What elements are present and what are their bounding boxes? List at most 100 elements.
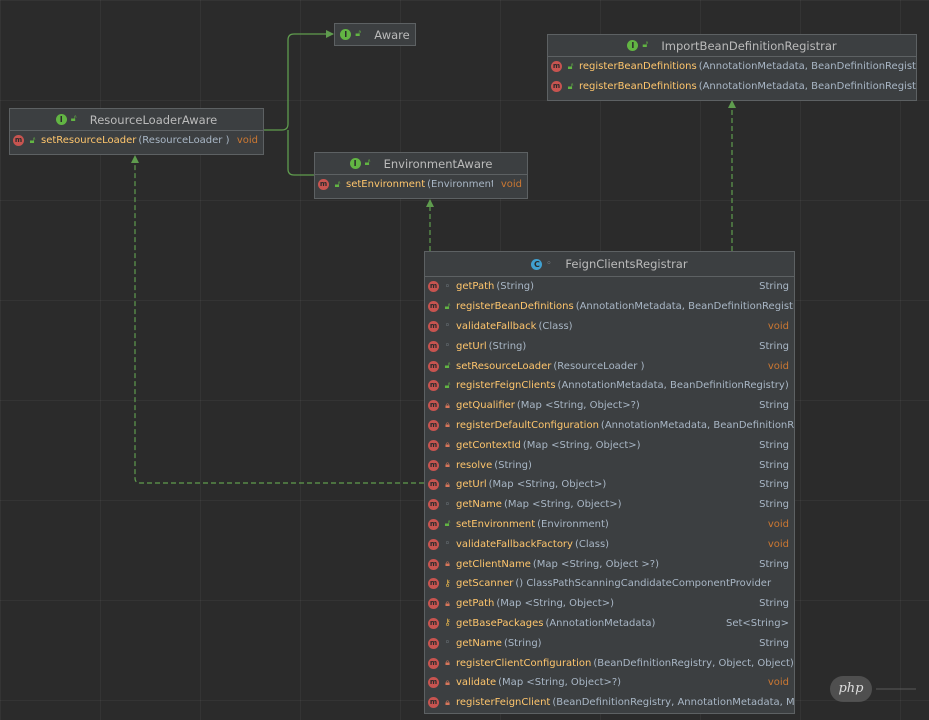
method-name: getUrl xyxy=(456,479,487,491)
method-row[interactable]: m 🔓︎ registerBeanDefinitions (AnnotationMet… xyxy=(548,57,916,77)
method-name: registerBeanDefinitions xyxy=(456,301,574,313)
public-access-icon: 🔓︎ xyxy=(29,135,36,146)
method-row[interactable]: m ◦ validateFallback (Class) void xyxy=(425,317,794,337)
method-row[interactable]: m 🔒︎ getUrl (Map <String, Object>) String xyxy=(425,475,794,495)
method-params: (Map <String, Object>?) xyxy=(498,677,622,689)
method-row[interactable]: m 🔓︎ setResourceLoader (ResourceLoader ) voi… xyxy=(10,131,263,151)
method-name: registerFeignClient xyxy=(456,697,551,709)
method-row[interactable]: m 🔒︎ getContextId (Map <String, Object>) Str… xyxy=(425,435,794,455)
method-row[interactable]: m 🔒︎ resolve (String) String xyxy=(425,455,794,475)
method-row[interactable]: m ◦ getName (String) String xyxy=(425,633,794,653)
node-feignclientsregistrar[interactable]: C ◦ FeignClientsRegistrar m ◦ getPath (Stri… xyxy=(424,251,795,714)
method-params: (Map <String, Object>) xyxy=(488,479,607,491)
member-list: m 🔓︎ registerBeanDefinitions (AnnotationMet… xyxy=(548,57,916,97)
method-row[interactable]: m 🔓︎ registerBeanDefinitions (AnnotationMet… xyxy=(425,297,794,317)
method-name: getContextId xyxy=(456,439,521,451)
method-return-type: void xyxy=(500,179,522,191)
method-row[interactable]: m 🔒︎ registerClientConfiguration (BeanDefin… xyxy=(425,653,794,673)
private-access-icon: 🔒︎ xyxy=(445,440,450,451)
method-params: (BeanDefinitionRegistry, Object, Object) xyxy=(593,657,794,669)
public-visibility-icon: 🔓︎ xyxy=(355,29,362,39)
method-params: (Map <String, Object>) xyxy=(522,439,641,451)
node-importbeandefinitionregistrar-title: ImportBeanDefinitionRegistrar xyxy=(661,38,837,53)
method-params: (BeanDefinitionRegistry, AnnotationMetad… xyxy=(552,697,794,709)
method-row[interactable]: m 🔒︎ getQualifier (Map <String, Object>?) St… xyxy=(425,396,794,416)
method-name: registerFeignClients xyxy=(456,380,556,392)
method-params: (ResourceLoader ) xyxy=(138,135,229,147)
node-environmentaware[interactable]: I 🔓︎ EnvironmentAware m 🔓︎ setEnvironment(… xyxy=(314,152,528,199)
method-return-type: void xyxy=(767,677,789,689)
method-row[interactable]: m 🔒︎ getPath (Map <String, Object>) String xyxy=(425,594,794,614)
node-resourceloaderaware[interactable]: I 🔓︎ ResourceLoaderAware m 🔓︎ setResourceL… xyxy=(9,108,264,155)
method-params: (String) xyxy=(488,340,527,352)
node-aware[interactable]: I 🔓︎ Aware xyxy=(334,23,416,46)
method-name: validate xyxy=(456,677,497,689)
method-return-type: String xyxy=(759,340,789,352)
method-params: (Class) xyxy=(574,538,610,550)
method-row[interactable]: m ◦ validateFallbackFactory (Class) void xyxy=(425,534,794,554)
method-icon: m xyxy=(428,598,439,610)
method-row[interactable]: m 🔓︎ setEnvironment (Environment) void xyxy=(425,515,794,535)
method-icon: m xyxy=(428,419,439,431)
method-row[interactable]: m 🔒︎ registerFeignClient (BeanDefinitionReg… xyxy=(425,693,794,713)
method-icon: m xyxy=(551,81,562,93)
method-icon: m xyxy=(428,617,439,629)
method-return-type: void xyxy=(767,360,789,372)
method-row[interactable]: m ◦ getUrl (String) String xyxy=(425,336,794,356)
method-name: registerDefaultConfiguration xyxy=(456,419,599,431)
method-row[interactable]: m 🔒︎ validate (Map <String, Object>?) void xyxy=(425,673,794,693)
method-name: getPath xyxy=(456,598,495,610)
private-access-icon: 🔒︎ xyxy=(445,460,450,471)
method-icon: m xyxy=(428,538,439,550)
node-aware-title: Aware xyxy=(374,27,410,42)
method-icon: m xyxy=(428,677,439,689)
method-name: validateFallback xyxy=(456,320,537,332)
method-name: getUrl xyxy=(456,340,487,352)
method-icon: m xyxy=(428,578,439,590)
method-params: (AnnotationMetadata, BeanDefinitionRegis… xyxy=(698,61,916,73)
method-params: (AnnotationMetadata, BeanDefinitionRegis… xyxy=(557,380,789,392)
method-row[interactable]: m 🔒︎ registerDefaultConfiguration (Annotati… xyxy=(425,416,794,436)
node-resourceloaderaware-title: ResourceLoaderAware xyxy=(89,112,218,127)
method-row[interactable]: m ◦ getPath (String) String xyxy=(425,277,794,297)
method-name: getQualifier xyxy=(456,400,515,412)
method-row[interactable]: m ◦ getName (Map <String, Object>) String xyxy=(425,495,794,515)
method-icon: m xyxy=(428,518,439,530)
method-params: (String) xyxy=(496,281,535,293)
method-name: setEnvironment xyxy=(456,518,536,530)
method-row[interactable]: m ⚷ getScanner() ClassPathScanningCandidat… xyxy=(425,574,794,594)
edge-resourceloaderaware-aware xyxy=(264,30,334,131)
public-access-icon: 🔓︎ xyxy=(334,179,341,190)
method-icon: m xyxy=(428,637,439,649)
node-importbeandefinitionregistrar[interactable]: I 🔓︎ ImportBeanDefinitionRegistrar m 🔓︎ re… xyxy=(547,34,917,101)
package-access-icon: ◦ xyxy=(444,638,451,649)
method-icon: m xyxy=(428,301,439,313)
method-return-type: String xyxy=(759,499,789,511)
method-name: getPath xyxy=(456,281,495,293)
public-visibility-icon: 🔓︎ xyxy=(642,40,649,50)
method-params: (Map <String, Object>) xyxy=(496,598,615,610)
public-access-icon: 🔓︎ xyxy=(444,519,451,530)
method-name: getName xyxy=(456,637,502,649)
method-name: registerClientConfiguration xyxy=(456,657,592,669)
private-access-icon: 🔒︎ xyxy=(445,400,450,411)
method-params: (AnnotationMetadata) xyxy=(545,617,656,629)
method-name: getName xyxy=(456,499,502,511)
node-aware-header: I 🔓︎ Aware xyxy=(335,24,415,45)
method-row[interactable]: m 🔓︎ setResourceLoader (ResourceLoader ) voi… xyxy=(425,356,794,376)
node-feignclientsregistrar-header: C ◦ FeignClientsRegistrar xyxy=(425,252,794,277)
method-row[interactable]: m 🔓︎ registerFeignClients (AnnotationMetada… xyxy=(425,376,794,396)
method-name: getBasePackages xyxy=(456,617,544,629)
edge-feignclientsregistrar-resourceloaderaware xyxy=(131,155,424,484)
method-row[interactable]: m 🔒︎ getClientName (Map <String, Object >?)… xyxy=(425,554,794,574)
package-access-icon: ◦ xyxy=(444,499,451,510)
method-row[interactable]: m 🔓︎ registerBeanDefinitions (AnnotationMet… xyxy=(548,77,916,97)
method-params: (AnnotationMetadata, BeanDefinitionRegis… xyxy=(575,301,794,313)
method-icon: m xyxy=(428,558,439,570)
method-params: (Map <String, Object>?) xyxy=(516,400,640,412)
method-row[interactable]: m ⚷ getBasePackages (AnnotationMetadata) Se… xyxy=(425,614,794,634)
method-row[interactable]: m 🔓︎ setEnvironment(Environment ) void xyxy=(315,175,527,195)
method-return-type: String xyxy=(759,281,789,293)
method-name: setResourceLoader xyxy=(456,360,552,372)
package-access-icon: ◦ xyxy=(444,321,451,332)
